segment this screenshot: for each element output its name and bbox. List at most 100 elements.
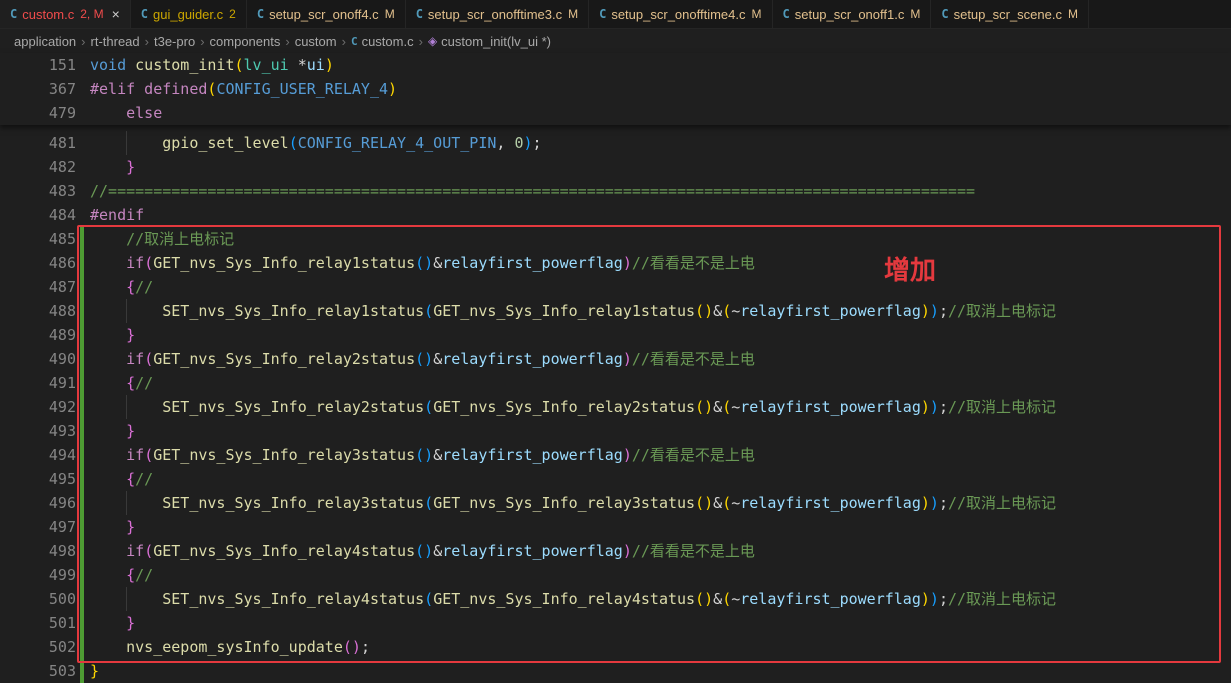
code-text[interactable]: SET_nvs_Sys_Info_relay1status(GET_nvs_Sy… — [90, 299, 1231, 323]
git-added-indicator[interactable] — [76, 323, 90, 347]
line-number[interactable]: 500 — [0, 587, 76, 611]
code-text[interactable]: gpio_set_level(CONFIG_RELAY_4_OUT_PIN, 0… — [90, 131, 1231, 155]
code-text[interactable]: //取消上电标记 — [90, 227, 1231, 251]
code-text[interactable]: } — [90, 515, 1231, 539]
code-text[interactable]: {// — [90, 371, 1231, 395]
git-added-indicator[interactable] — [76, 587, 90, 611]
sticky-line-151[interactable]: 151 void custom_init(lv_ui *ui) — [0, 53, 1231, 77]
line-number[interactable]: 481 — [0, 131, 76, 155]
code-line-498[interactable]: 498 if(GET_nvs_Sys_Info_relay4status()&r… — [0, 539, 1231, 563]
line-number[interactable]: 493 — [0, 419, 76, 443]
git-added-indicator[interactable] — [76, 659, 90, 683]
code-line-492[interactable]: 492 SET_nvs_Sys_Info_relay2status(GET_nv… — [0, 395, 1231, 419]
editor[interactable]: 151 void custom_init(lv_ui *ui) 367 #elif d… — [0, 53, 1231, 683]
git-added-indicator[interactable] — [76, 539, 90, 563]
code-line-495[interactable]: 495 {// — [0, 467, 1231, 491]
breadcrumb-item-symbol[interactable]: ◈custom_init(lv_ui *) — [428, 34, 551, 49]
line-number[interactable]: 489 — [0, 323, 76, 347]
code-line-500[interactable]: 500 SET_nvs_Sys_Info_relay4status(GET_nv… — [0, 587, 1231, 611]
tab-setup_scr_scene.c[interactable]: Csetup_scr_scene.cM — [931, 0, 1089, 28]
code-text[interactable]: #elif defined(CONFIG_USER_RELAY_4) — [90, 77, 1231, 101]
line-number[interactable]: 498 — [0, 539, 76, 563]
breadcrumb-item-custom[interactable]: custom — [295, 34, 337, 49]
git-added-indicator[interactable] — [76, 443, 90, 467]
git-added-indicator[interactable] — [76, 563, 90, 587]
code-line-503[interactable]: 503} — [0, 659, 1231, 683]
line-number[interactable]: 487 — [0, 275, 76, 299]
code-text[interactable]: void custom_init(lv_ui *ui) — [90, 53, 1231, 77]
code-text[interactable]: } — [90, 419, 1231, 443]
code-line-487[interactable]: 487 {// — [0, 275, 1231, 299]
code-line-483[interactable]: 483 //===================================… — [0, 179, 1231, 203]
code-text[interactable]: if(GET_nvs_Sys_Info_relay2status()&relay… — [90, 347, 1231, 371]
line-number[interactable]: 151 — [0, 53, 76, 77]
line-number[interactable]: 484 — [0, 203, 76, 227]
code-text[interactable]: nvs_eepom_sysInfo_update(); — [90, 635, 1231, 659]
tab-setup_scr_onoff1.c[interactable]: Csetup_scr_onoff1.cM — [773, 0, 932, 28]
code-text[interactable]: if(GET_nvs_Sys_Info_relay1status()&relay… — [90, 251, 1231, 275]
tab-setup_scr_onoff4.c[interactable]: Csetup_scr_onoff4.cM — [247, 0, 406, 28]
tab-setup_scr_onofftime4.c[interactable]: Csetup_scr_onofftime4.cM — [589, 0, 772, 28]
line-number[interactable]: 485 — [0, 227, 76, 251]
git-added-indicator[interactable] — [76, 347, 90, 371]
git-added-indicator[interactable] — [76, 299, 90, 323]
code-text[interactable]: if(GET_nvs_Sys_Info_relay3status()&relay… — [90, 443, 1231, 467]
code-line-481[interactable]: 481 gpio_set_level(CONFIG_RELAY_4_OUT_PI… — [0, 131, 1231, 155]
git-added-indicator[interactable] — [76, 515, 90, 539]
code-text[interactable]: SET_nvs_Sys_Info_relay2status(GET_nvs_Sy… — [90, 395, 1231, 419]
code-line-488[interactable]: 488 SET_nvs_Sys_Info_relay1status(GET_nv… — [0, 299, 1231, 323]
line-number[interactable]: 483 — [0, 179, 76, 203]
code-text[interactable]: if(GET_nvs_Sys_Info_relay4status()&relay… — [90, 539, 1231, 563]
code-line-494[interactable]: 494 if(GET_nvs_Sys_Info_relay3status()&r… — [0, 443, 1231, 467]
code-line-502[interactable]: 502 nvs_eepom_sysInfo_update(); — [0, 635, 1231, 659]
tab-gui_guider.c[interactable]: Cgui_guider.c2 — [131, 0, 247, 28]
code-text[interactable]: SET_nvs_Sys_Info_relay4status(GET_nvs_Sy… — [90, 587, 1231, 611]
code-text[interactable]: } — [90, 611, 1231, 635]
code-text[interactable]: //======================================… — [90, 179, 1231, 203]
code-text[interactable]: } — [90, 659, 1231, 683]
sticky-line-479[interactable]: 479 else — [0, 101, 1231, 125]
line-number[interactable]: 482 — [0, 155, 76, 179]
code-text[interactable]: } — [90, 323, 1231, 347]
breadcrumb-item-t3e-pro[interactable]: t3e-pro — [154, 34, 195, 49]
line-number[interactable]: 502 — [0, 635, 76, 659]
code-line-486[interactable]: 486 if(GET_nvs_Sys_Info_relay1status()&r… — [0, 251, 1231, 275]
code-line-484[interactable]: 484 #endif — [0, 203, 1231, 227]
code-line-501[interactable]: 501 } — [0, 611, 1231, 635]
line-number[interactable]: 496 — [0, 491, 76, 515]
code-line-489[interactable]: 489 } — [0, 323, 1231, 347]
code-text[interactable]: {// — [90, 467, 1231, 491]
line-number[interactable]: 499 — [0, 563, 76, 587]
code-line-497[interactable]: 497 } — [0, 515, 1231, 539]
breadcrumb-item-components[interactable]: components — [210, 34, 281, 49]
git-added-indicator[interactable] — [76, 419, 90, 443]
git-added-indicator[interactable] — [76, 395, 90, 419]
code-text[interactable]: {// — [90, 563, 1231, 587]
git-added-indicator[interactable] — [76, 467, 90, 491]
line-number[interactable]: 494 — [0, 443, 76, 467]
code-line-490[interactable]: 490 if(GET_nvs_Sys_Info_relay2status()&r… — [0, 347, 1231, 371]
code-line-482[interactable]: 482 } — [0, 155, 1231, 179]
code-text[interactable]: } — [90, 155, 1231, 179]
line-number[interactable]: 501 — [0, 611, 76, 635]
code-line-493[interactable]: 493 } — [0, 419, 1231, 443]
code-text[interactable]: SET_nvs_Sys_Info_relay3status(GET_nvs_Sy… — [90, 491, 1231, 515]
git-added-indicator[interactable] — [76, 491, 90, 515]
line-number[interactable]: 479 — [0, 101, 76, 125]
line-number[interactable]: 495 — [0, 467, 76, 491]
close-icon[interactable]: × — [112, 6, 120, 22]
line-number[interactable]: 497 — [0, 515, 76, 539]
code-text[interactable]: #endif — [90, 203, 1231, 227]
git-added-indicator[interactable] — [76, 251, 90, 275]
git-added-indicator[interactable] — [76, 635, 90, 659]
line-number[interactable]: 367 — [0, 77, 76, 101]
line-number[interactable]: 503 — [0, 659, 76, 683]
git-added-indicator[interactable] — [76, 227, 90, 251]
code-text[interactable]: {// — [90, 275, 1231, 299]
line-number[interactable]: 488 — [0, 299, 76, 323]
breadcrumb-item-rt-thread[interactable]: rt-thread — [91, 34, 140, 49]
code-line-499[interactable]: 499 {// — [0, 563, 1231, 587]
code-text[interactable]: else — [90, 101, 1231, 125]
sticky-line-367[interactable]: 367 #elif defined(CONFIG_USER_RELAY_4) — [0, 77, 1231, 101]
code-line-485[interactable]: 485 //取消上电标记 — [0, 227, 1231, 251]
